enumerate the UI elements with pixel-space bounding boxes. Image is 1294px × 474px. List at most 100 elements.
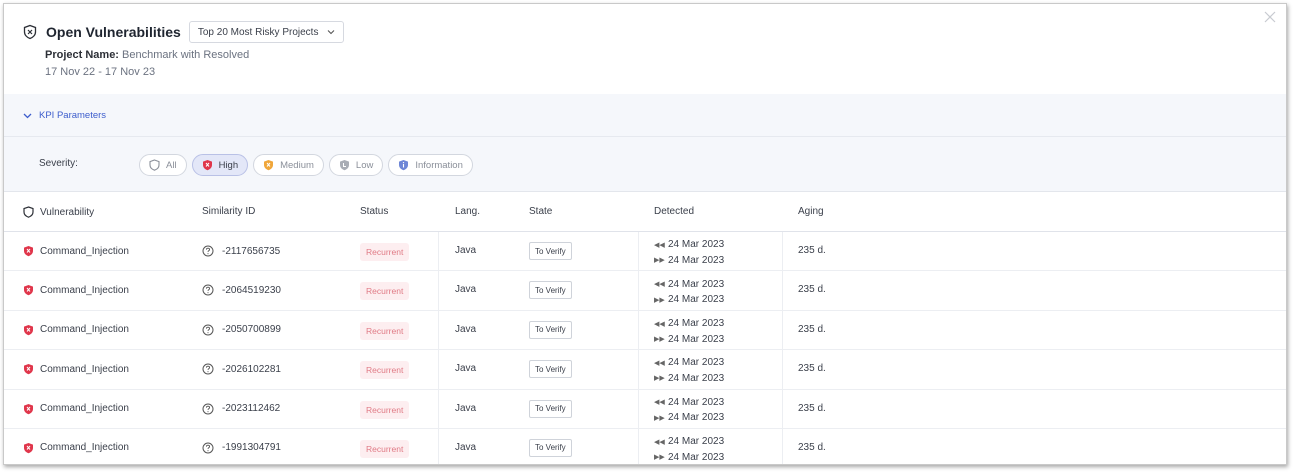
severity-chip-information[interactable]: Information [388,154,473,176]
table-row[interactable]: Command_Injection -2026102281 Recurrent Jav… [4,350,1286,390]
vulnerability-cell[interactable]: Command_Injection [23,403,129,415]
vulnerability-cell[interactable]: Command_Injection [23,363,129,375]
column-header-lang[interactable]: Lang. [455,206,480,217]
state-select[interactable]: To Verify [529,281,572,300]
first-detected-date: 24 Mar 2023 [668,318,725,330]
chip-label: Medium [280,159,314,171]
table-header: Vulnerability Similarity ID Status Lang.… [4,192,1286,232]
column-header-similarity[interactable]: Similarity ID [202,206,255,217]
date-range: 17 Nov 22 - 17 Nov 23 [45,66,156,78]
detected-cell: ◀◀ 24 Mar 2023 ▶▶ 24 Mar 2023 [654,355,724,386]
aging-cell: 235 d. [798,363,826,375]
help-circle-icon[interactable] [202,363,214,375]
vulnerabilities-table: Vulnerability Similarity ID Status Lang.… [4,192,1286,464]
column-divider [782,389,783,428]
severity-label: Severity: [39,158,78,169]
table-row[interactable]: Command_Injection -1991304791 Recurrent Jav… [4,428,1286,464]
help-circle-icon[interactable] [202,403,214,415]
state-select[interactable]: To Verify [529,320,572,339]
chip-label: All [166,159,177,171]
column-divider [438,310,439,350]
status-badge: Recurrent [360,282,410,301]
state-select[interactable]: To Verify [529,438,572,457]
last-detected-date: 24 Mar 2023 [668,333,725,345]
first-detected-icon: ◀◀ [654,281,665,289]
severity-chip-medium[interactable]: Medium [253,154,324,176]
table-row[interactable]: Command_Injection -2064519230 Recurrent Jav… [4,271,1286,311]
similarity-cell: -2026102281 [202,363,281,375]
last-detected-icon: ▶▶ [654,454,665,462]
last-detected-icon: ▶▶ [654,296,665,304]
help-circle-icon[interactable] [202,324,214,336]
vulnerability-name: Command_Injection [40,363,129,375]
shield-outline-icon [149,159,160,171]
severity-chip-low[interactable]: Low [328,154,384,176]
kpi-parameters-toggle[interactable]: KPI Parameters [23,110,106,121]
first-detected-icon: ◀◀ [654,320,665,328]
status-badge: Recurrent [360,439,410,458]
vulnerability-cell[interactable]: Command_Injection [23,324,129,336]
state-select[interactable]: To Verify [529,242,572,260]
severity-chip-high[interactable]: High [191,154,249,176]
column-header-detected[interactable]: Detected [654,206,694,217]
severity-chip-all[interactable]: All [139,154,187,176]
vulnerability-cell[interactable]: Command_Injection [23,442,129,454]
table-row[interactable]: Command_Injection -2050700899 Recurrent Jav… [4,310,1286,351]
help-circle-icon[interactable] [202,284,214,296]
column-label: Vulnerability [40,206,95,218]
vulnerabilities-panel: Open Vulnerabilities Top 20 Most Risky P… [3,3,1287,465]
shield-high-icon [24,246,33,257]
last-detected-date: 24 Mar 2023 [668,372,725,384]
lang-cell: Java [455,284,477,296]
lang-cell: Java [455,245,477,256]
column-divider [438,428,439,464]
vulnerability-cell[interactable]: Command_Injection [23,284,129,296]
column-divider [438,232,439,271]
column-divider [782,350,783,389]
vulnerability-cell[interactable]: Command_Injection [23,245,129,257]
page-title: Open Vulnerabilities [46,24,181,40]
vulnerability-name: Command_Injection [40,284,129,296]
column-divider [638,428,639,464]
column-header-vulnerability[interactable]: Vulnerability [23,206,94,218]
aging-cell: 235 d. [798,402,826,414]
column-divider [638,350,639,389]
aging-cell: 235 d. [798,441,826,453]
title-row: Open Vulnerabilities Top 20 Most Risky P… [22,21,345,43]
shield-x-icon [23,24,37,40]
status-badge: Recurrent [360,243,410,261]
last-detected-date: 24 Mar 2023 [668,451,725,463]
status-badge: Recurrent [360,361,410,380]
table-row[interactable]: Command_Injection -2117656735 Recurrent Jav… [4,232,1286,272]
column-header-state[interactable]: State [529,206,552,217]
column-divider [782,271,783,310]
column-divider [782,428,783,464]
state-select[interactable]: To Verify [529,399,572,418]
shield-low-icon [339,160,349,171]
similarity-id: -2117656735 [222,245,281,257]
state-select[interactable]: To Verify [529,360,572,379]
table-body: Command_Injection -2117656735 Recurrent Jav… [4,232,1286,464]
aging-cell: 235 d. [798,284,826,296]
similarity-cell: -2050700899 [202,324,281,336]
first-detected-date: 24 Mar 2023 [668,357,725,369]
project-scope-dropdown[interactable]: Top 20 Most Risky Projects [188,21,345,43]
lang-cell: Java [455,363,477,375]
column-divider [638,389,639,428]
chip-label: High [218,159,239,171]
project-name-label: Project Name: [45,49,119,61]
table-row[interactable]: Command_Injection -2023112462 Recurrent Jav… [4,389,1286,429]
detected-cell: ◀◀ 24 Mar 2023 ▶▶ 24 Mar 2023 [654,276,724,307]
help-circle-icon[interactable] [202,245,214,257]
panel-header: Open Vulnerabilities Top 20 Most Risky P… [4,4,1286,94]
column-header-status[interactable]: Status [360,206,388,217]
column-divider [638,310,639,350]
last-detected-date: 24 Mar 2023 [668,412,725,424]
help-circle-icon[interactable] [202,442,214,454]
vulnerability-name: Command_Injection [40,442,129,454]
column-header-aging[interactable]: Aging [798,206,824,217]
dropdown-label: Top 20 Most Risky Projects [197,26,319,38]
column-divider [782,232,783,271]
first-detected-icon: ◀◀ [654,438,665,446]
vulnerability-name: Command_Injection [40,324,129,336]
